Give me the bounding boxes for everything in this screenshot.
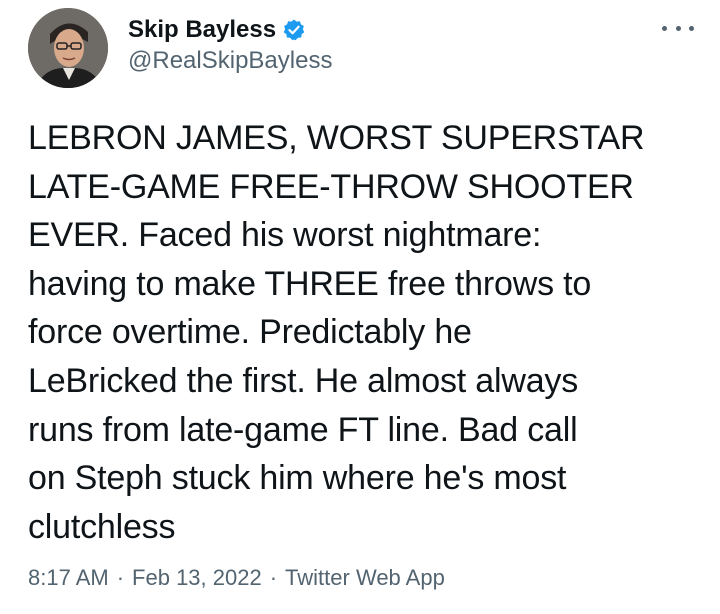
meta-separator: · <box>116 565 125 590</box>
avatar[interactable] <box>28 8 108 88</box>
tweet-date-link[interactable]: Feb 13, 2022 <box>132 562 262 594</box>
author-handle[interactable]: @RealSkipBayless <box>128 46 332 76</box>
avatar-image <box>28 8 108 88</box>
tweet-meta: 8:17 AM · Feb 13, 2022 · Twitter Web App <box>28 562 445 594</box>
tweet-source-link[interactable]: Twitter Web App <box>285 562 445 594</box>
tweet-time-link[interactable]: 8:17 AM <box>28 562 109 594</box>
more-options-icon[interactable] <box>662 20 694 36</box>
tweet-card: Skip Bayless @RealSkipBayless LEBRON JAM… <box>0 0 720 614</box>
author-display-name[interactable]: Skip Bayless <box>128 14 276 46</box>
author-name-row[interactable]: Skip Bayless <box>128 14 306 46</box>
verified-badge-icon <box>282 18 306 42</box>
meta-separator: · <box>269 565 278 590</box>
tweet-text: LEBRON JAMES, WORST SUPERSTAR LATE-GAME … <box>28 119 645 546</box>
